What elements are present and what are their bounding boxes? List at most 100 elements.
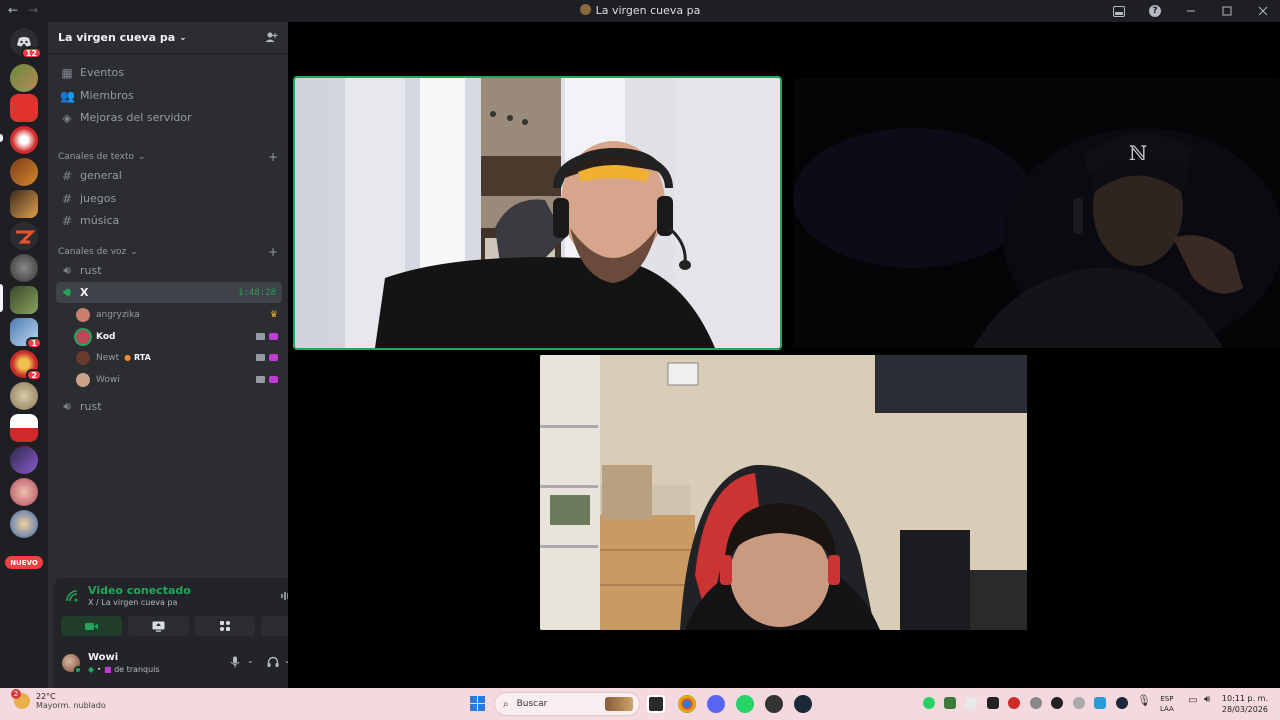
camera-icon [256, 333, 265, 340]
headphones-icon[interactable] [267, 656, 279, 671]
search-placeholder: Buscar [516, 699, 548, 709]
server-icon[interactable] [10, 222, 38, 250]
tray-icon[interactable] [987, 697, 999, 709]
whatsapp-icon[interactable] [736, 695, 754, 713]
maximize-icon[interactable] [1218, 2, 1236, 20]
voice-member-kod[interactable]: Kod [76, 326, 282, 347]
chevron-down-icon[interactable]: ⌄ [247, 656, 254, 665]
close-icon[interactable] [1254, 2, 1272, 20]
server-icon[interactable] [10, 446, 38, 474]
category-text-channels[interactable]: Canales de texto ⌄ + [58, 150, 280, 164]
temperature: 22°C [36, 692, 56, 701]
server-icon[interactable] [10, 190, 38, 218]
nvidia-tray-icon[interactable] [944, 697, 956, 709]
server-icon[interactable] [10, 478, 38, 506]
add-channel-icon[interactable]: + [268, 245, 278, 259]
server-icon[interactable]: 2 [10, 350, 42, 381]
weather-icon: 2 [11, 689, 30, 709]
server-icon[interactable] [10, 64, 38, 92]
dm-home-icon[interactable]: 12 [10, 28, 42, 59]
tray-icon[interactable] [1030, 697, 1042, 709]
steam-icon[interactable] [794, 695, 812, 713]
video-tile-wowi[interactable] [540, 355, 1027, 630]
discord-icon[interactable] [707, 695, 725, 713]
chrome-icon[interactable] [678, 695, 696, 713]
tray-icon[interactable] [1094, 697, 1106, 709]
server-icon[interactable] [10, 94, 38, 122]
volume-icon[interactable]: 🔊︎ [1204, 694, 1216, 706]
tray-icon[interactable] [1073, 697, 1085, 709]
microphone-icon[interactable] [230, 656, 240, 671]
task-view-icon[interactable] [647, 695, 665, 713]
input-language[interactable]: ESP LAA [1160, 694, 1174, 714]
whatsapp-tray-icon[interactable] [923, 697, 935, 709]
signal-icon[interactable] [66, 590, 78, 605]
inbox-icon[interactable] [1110, 2, 1128, 20]
sidebar-item-events[interactable]: ▦ Eventos [56, 62, 282, 83]
window-title-text: La virgen cueva pa [595, 4, 701, 17]
help-icon[interactable]: ? [1146, 2, 1164, 20]
crown-icon: ♛ [269, 309, 278, 320]
voice-member-angryzika[interactable]: angryzika ♛ [76, 304, 282, 325]
server-rail: 12 1 2 NUEVO [0, 22, 48, 688]
avatar [76, 350, 90, 365]
custom-status[interactable]: ◆ • ■ de tranquis [88, 665, 160, 674]
channel-label: general [80, 169, 122, 182]
server-icon[interactable] [10, 414, 38, 442]
voice-member-wowi[interactable]: Wowi [76, 369, 282, 390]
microphone-icon[interactable]: 🎙︎ [1137, 694, 1151, 707]
channel-juegos[interactable]: # juegos [56, 188, 282, 209]
unread-pill [0, 134, 3, 142]
server-header[interactable]: La virgen cueva pa ⌄ [48, 22, 288, 54]
minimize-icon[interactable] [1182, 2, 1200, 20]
tray-icon[interactable] [1051, 697, 1063, 709]
network-icon[interactable]: ▭ [1188, 695, 1200, 707]
windows-start-icon[interactable] [470, 696, 485, 711]
tray-icon[interactable] [1008, 697, 1020, 709]
server-icon[interactable] [10, 158, 38, 186]
voice-member-newt[interactable]: Newt ● RTA [76, 347, 282, 368]
server-icon[interactable] [10, 126, 38, 154]
activities-button[interactable] [194, 616, 255, 636]
sidebar-item-members[interactable]: 👥 Miembros [56, 85, 282, 106]
tray-icon[interactable] [965, 697, 977, 709]
video-feed [540, 355, 1027, 630]
category-label: Canales de texto [58, 152, 134, 162]
member-name: Wowi [96, 374, 120, 385]
window-title: La virgen cueva pa [0, 4, 1280, 17]
server-icon[interactable] [10, 510, 38, 538]
server-badge: 2 [26, 369, 42, 381]
sidebar-item-boosts[interactable]: ◈ Mejoras del servidor [56, 107, 282, 128]
channel-musica[interactable]: # música [56, 210, 282, 231]
camera-button[interactable] [61, 616, 122, 636]
voice-status[interactable]: Video conectado [88, 584, 191, 597]
category-voice-channels[interactable]: Canales de voz ⌄ + [58, 245, 280, 259]
voice-channel-rust-2[interactable]: 🔊︎ rust [56, 396, 282, 417]
server-icon[interactable]: 1 [10, 318, 42, 349]
category-label: Canales de voz [58, 247, 127, 257]
invite-people-icon[interactable] [265, 31, 278, 46]
online-status-dot [74, 666, 82, 674]
video-feed: ℕ [793, 78, 1280, 348]
video-tile-newt[interactable]: ℕ [793, 78, 1280, 348]
add-channel-icon[interactable]: + [268, 150, 278, 164]
system-clock[interactable]: 10:11 p. m. 28/03/2026 [1222, 693, 1268, 715]
screen-share-button[interactable] [128, 616, 189, 636]
server-icon[interactable] [10, 254, 38, 282]
clock-time: 10:11 p. m. [1221, 694, 1268, 703]
server-icon[interactable] [10, 382, 38, 410]
app-icon[interactable] [765, 695, 783, 713]
channel-label: X [80, 286, 89, 299]
taskbar-search[interactable]: ⌕ Buscar [494, 692, 640, 716]
voice-channel-x[interactable]: 🔊︎ X 1:48:28 [56, 282, 282, 303]
server-icon-selected[interactable] [10, 286, 38, 314]
username[interactable]: Wowi [88, 652, 118, 663]
voice-channel-rust[interactable]: 🔊︎ rust [56, 260, 282, 281]
steam-tray-icon[interactable] [1116, 697, 1128, 709]
avatar [76, 372, 90, 387]
weather-widget[interactable]: 2 22°C Mayorm. nublado [11, 689, 106, 710]
voice-location[interactable]: X / La virgen cueva pa [88, 598, 177, 607]
activity-icon [269, 333, 278, 340]
channel-general[interactable]: # general [56, 165, 282, 186]
video-tile-kod[interactable] [293, 76, 782, 350]
